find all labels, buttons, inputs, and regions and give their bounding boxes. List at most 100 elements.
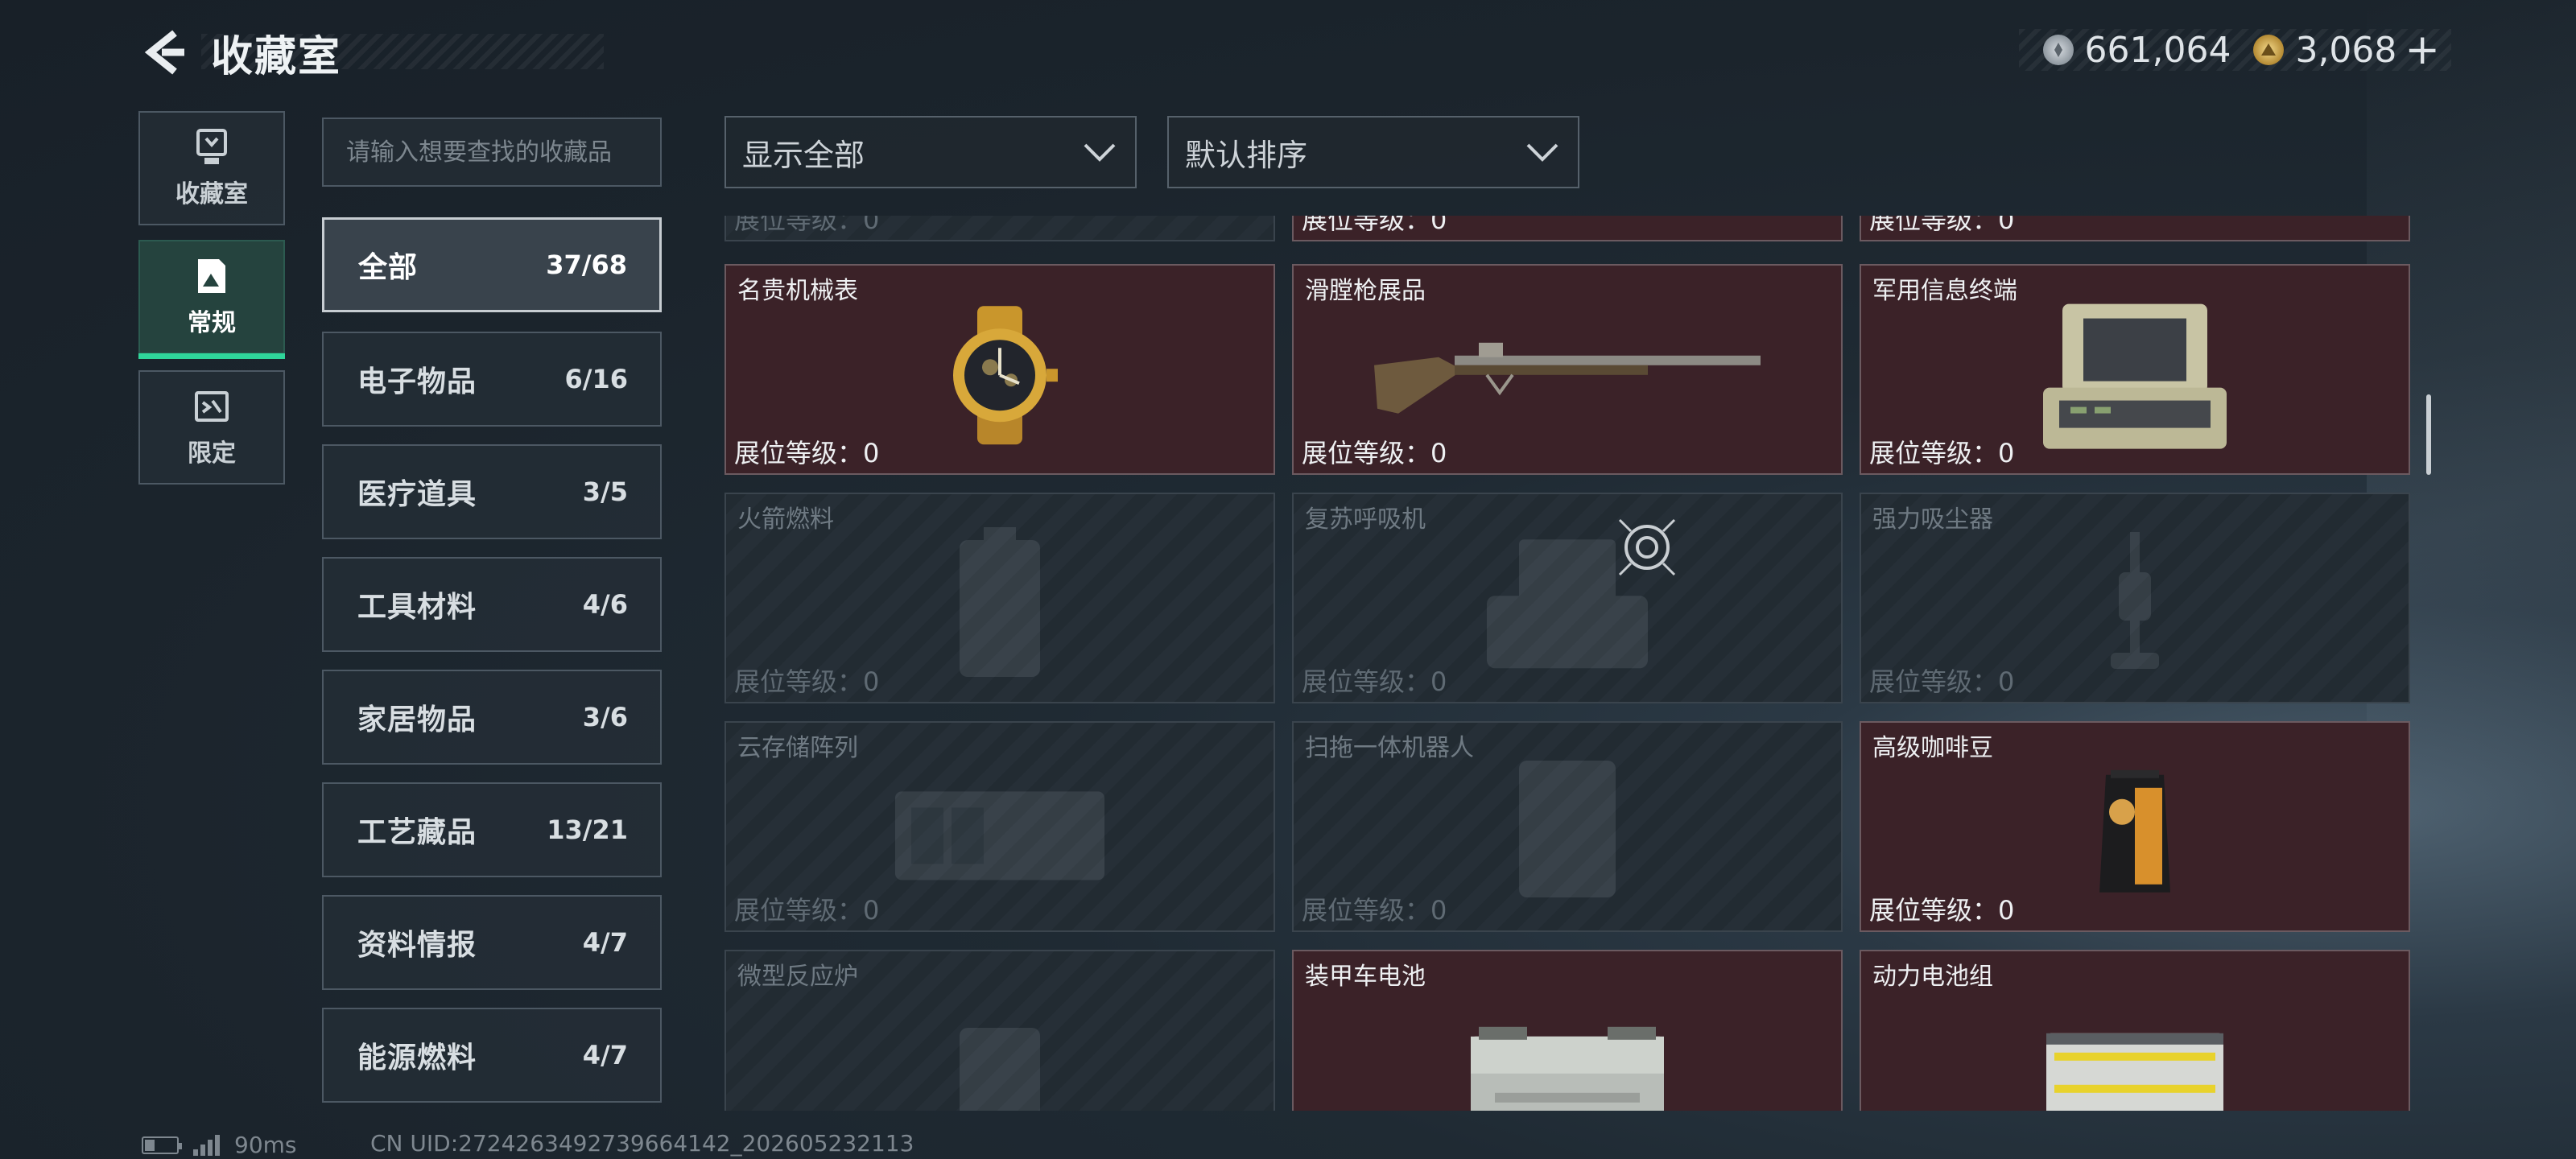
category-count: 4/7: [582, 1040, 628, 1070]
nav-tab-label: 常规: [188, 309, 236, 337]
collection-card[interactable]: 装甲车电池: [1292, 950, 1843, 1111]
card-level: 展位等级：0: [734, 216, 880, 235]
card-name: 强力吸尘器: [1872, 505, 1993, 534]
card-level: 展位等级：0: [1302, 438, 1447, 468]
battery-icon: [142, 1136, 182, 1154]
nav-tab-limited[interactable]: 限定: [138, 370, 285, 485]
sort-selected-value: 默认排序: [1185, 137, 1308, 173]
card-name: 微型反应炉: [737, 963, 858, 991]
collection-card[interactable]: 高级咖啡豆 展位等级：0: [1860, 721, 2410, 932]
category-name: 工具材料: [357, 591, 477, 624]
silver-coin-icon: [2042, 35, 2074, 65]
category-count: 13/21: [547, 815, 628, 845]
uid-text: CN UID:272426349273966414​2_202605232113: [370, 1130, 914, 1157]
battery-pack-icon: [2046, 1033, 2223, 1111]
status-bar: 90ms: [142, 1132, 297, 1158]
filter-selected-value: 显示全部: [742, 137, 865, 173]
card-name: 复苏呼吸机: [1305, 505, 1426, 534]
nav-tab-label: 收藏室: [175, 180, 248, 208]
card-level: 展位等级：0: [1869, 216, 2015, 235]
category-tools[interactable]: 工具材料 4/6: [322, 557, 662, 652]
card-level: 展位等级：0: [1302, 666, 1447, 697]
collection-card-locked[interactable]: 扫拖一体机器人 展位等级：0: [1292, 721, 1843, 932]
category-crafts[interactable]: 工艺藏品 13/21: [322, 782, 662, 877]
currency-bar: 661,064 3,068 +: [2018, 29, 2451, 71]
trophy-icon: [196, 129, 227, 164]
category-name: 工艺藏品: [357, 816, 477, 849]
category-count: 37/68: [546, 250, 627, 280]
category-name: 全部: [358, 251, 419, 284]
search-input[interactable]: [346, 138, 638, 167]
nav-tab-label: 限定: [188, 439, 236, 468]
category-household[interactable]: 家居物品 3/6: [322, 670, 662, 765]
nav-tab-collection-room[interactable]: 收藏室: [138, 111, 285, 225]
card-level: 展位等级：0: [1869, 438, 2015, 468]
card-name: 滑膛枪展品: [1305, 277, 1426, 305]
collection-card-partial[interactable]: 展位等级：0: [1292, 216, 1843, 241]
category-energy[interactable]: 能源燃料 4/7: [322, 1008, 662, 1103]
card-level: 展位等级：0: [1869, 895, 2015, 926]
card-level: 展位等级：0: [1302, 895, 1447, 926]
filter-dropdown[interactable]: 显示全部: [724, 116, 1137, 188]
coffee-bag-icon: [2099, 769, 2170, 893]
card-name: 云存储阵列: [737, 734, 858, 762]
category-name: 医疗道具: [357, 478, 477, 511]
armored-battery-icon: [1471, 1026, 1664, 1111]
category-electronics[interactable]: 电子物品 6/16: [322, 332, 662, 427]
card-level: 展位等级：0: [1869, 666, 2015, 697]
card-name: 装甲车电池: [1305, 963, 1426, 991]
gold-currency-value: 3,068: [2295, 29, 2397, 71]
card-name: 高级咖啡豆: [1872, 734, 1993, 762]
card-name: 军用信息终端: [1872, 277, 2017, 305]
collection-card-locked[interactable]: 云存储阵列 展位等级：0: [724, 721, 1275, 932]
grid-scrollbar[interactable]: [2426, 394, 2431, 475]
silver-currency-value: 661,064: [2084, 29, 2231, 71]
chevron-down-icon: [1084, 143, 1116, 162]
category-count: 4/6: [582, 589, 628, 620]
card-name: 火箭燃料: [737, 505, 834, 534]
category-name: 电子物品: [357, 365, 477, 398]
chevron-down-icon: [1526, 143, 1558, 162]
mountain-doc-icon: [198, 259, 225, 293]
sort-dropdown[interactable]: 默认排序: [1167, 116, 1579, 188]
category-count: 3/5: [582, 476, 628, 507]
crosshair-icon: [1618, 518, 1676, 576]
collection-card-locked[interactable]: 微型反应炉: [724, 950, 1275, 1111]
robot-icon: [1519, 761, 1616, 897]
category-count: 4/7: [582, 927, 628, 958]
collection-card-locked[interactable]: 火箭燃料 展位等级：0: [724, 493, 1275, 703]
collection-card[interactable]: 动力电池组: [1860, 950, 2410, 1111]
card-level: 展位等级：0: [1302, 216, 1447, 235]
category-name: 资料情报: [357, 929, 477, 962]
card-name: 动力电池组: [1872, 963, 1993, 991]
category-name: 家居物品: [357, 703, 477, 736]
category-count: 6/16: [564, 364, 628, 394]
category-all[interactable]: 全部 37/68: [322, 217, 662, 312]
search-field[interactable]: [322, 118, 662, 187]
back-button[interactable]: [137, 24, 193, 80]
collection-card[interactable]: 名贵机械表 展位等级：0: [724, 264, 1275, 475]
add-currency-button[interactable]: +: [2405, 29, 2440, 71]
collection-card[interactable]: 滑膛枪展品 展位等级：0: [1292, 264, 1843, 475]
nav-tab-regular[interactable]: 常规: [138, 240, 285, 359]
collection-card-partial[interactable]: 展位等级：0: [724, 216, 1275, 241]
ticket-icon: [195, 391, 229, 422]
category-medical[interactable]: 医疗道具 3/5: [322, 444, 662, 539]
card-level: 展位等级：0: [734, 895, 880, 926]
signal-icon: [193, 1134, 220, 1156]
collection-card-locked[interactable]: 强力吸尘器 展位等级：0: [1860, 493, 2410, 703]
vacuum-icon: [2111, 532, 2159, 669]
category-intel[interactable]: 资料情报 4/7: [322, 895, 662, 990]
card-level: 展位等级：0: [734, 666, 880, 697]
terminal-icon: [2043, 303, 2227, 449]
back-arrow-icon: [144, 30, 184, 75]
collection-card-locked[interactable]: 复苏呼吸机 展位等级：0: [1292, 493, 1843, 703]
reactor-icon: [960, 1028, 1040, 1111]
canister-icon: [960, 527, 1040, 677]
card-name: 扫拖一体机器人: [1305, 734, 1474, 762]
collection-card[interactable]: 军用信息终端 展位等级：0: [1860, 264, 2410, 475]
collection-grid: 展位等级：0 展位等级：0 展位等级：0 名贵机械表 展位等级：0 滑膛枪展品: [724, 216, 2415, 1111]
collection-card-partial[interactable]: 展位等级：0: [1860, 216, 2410, 241]
category-name: 能源燃料: [357, 1041, 477, 1074]
server-icon: [895, 791, 1104, 881]
